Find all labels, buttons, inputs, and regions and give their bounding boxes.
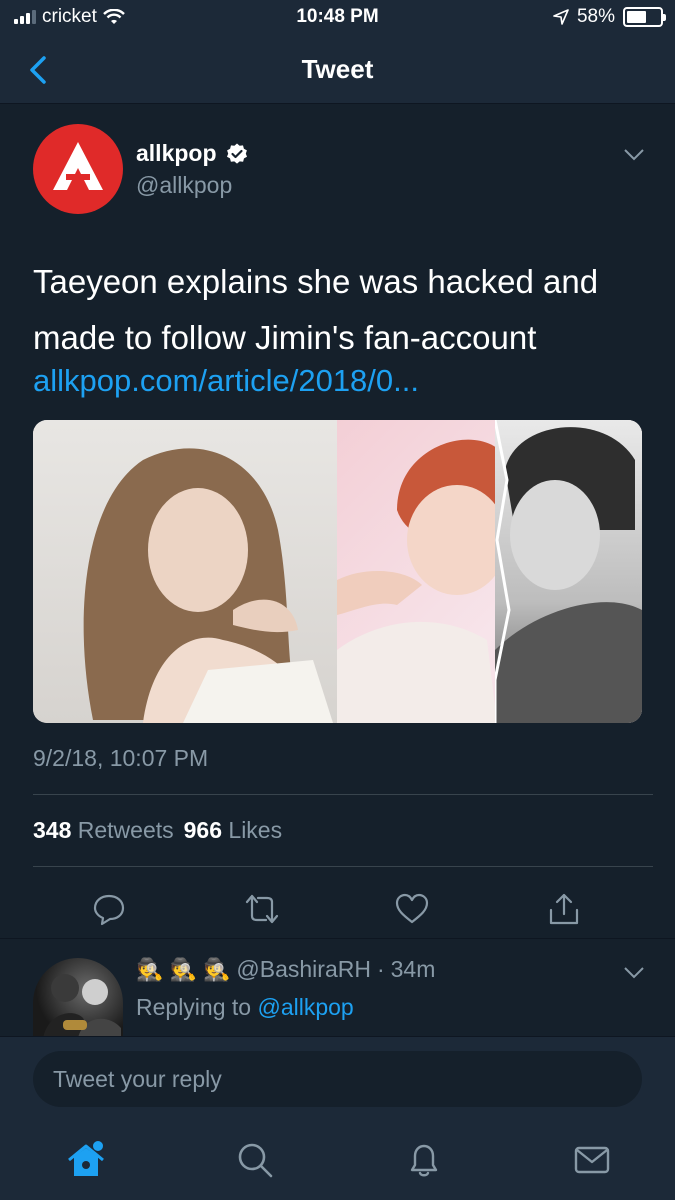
status-right: 58% <box>553 6 666 28</box>
retweet-icon[interactable] <box>245 892 279 926</box>
reply-tweet[interactable]: 🕵️ 🕵️ 🕵️ @BashiraRH · 34m Replying to @a… <box>0 940 675 1040</box>
replying-to-prefix: Replying to <box>136 994 252 1020</box>
reply-separator: · <box>376 956 385 982</box>
reply-handle[interactable]: @BashiraRH <box>236 956 371 983</box>
retweets-label: Retweets <box>77 817 174 843</box>
tweet-actions <box>0 884 675 940</box>
replying-to-link[interactable]: @allkpop <box>257 994 353 1020</box>
divider <box>33 794 653 795</box>
page-title: Tweet <box>301 54 374 84</box>
tweet-stats: 348 Retweets 966 Likes <box>33 817 282 844</box>
battery-icon <box>623 7 666 27</box>
location-icon <box>553 9 569 25</box>
reply-options-chevron-icon[interactable] <box>623 966 645 980</box>
messages-envelope-icon[interactable] <box>572 1140 612 1180</box>
share-icon[interactable] <box>547 892 581 926</box>
verified-badge-icon <box>226 143 247 164</box>
reply-time: 34m <box>390 956 436 982</box>
tweet-timestamp: 9/2/18, 10:07 PM <box>33 745 209 771</box>
tweet-media-image[interactable] <box>33 420 642 723</box>
reply-avatar[interactable] <box>33 958 123 1038</box>
author-name-label: allkpop <box>136 140 217 166</box>
reply-header: 🕵️ 🕵️ 🕵️ @BashiraRH · 34m <box>136 956 435 983</box>
replying-to: Replying to @allkpop <box>136 994 354 1021</box>
likes-count: 966 <box>183 817 223 843</box>
divider <box>33 866 653 867</box>
author-name[interactable]: allkpop <box>136 140 249 167</box>
status-bar: cricket 10:48 PM 58% <box>0 0 675 36</box>
battery-level <box>627 11 646 23</box>
like-heart-icon[interactable] <box>395 892 429 926</box>
likes-stat[interactable]: 966 Likes <box>184 817 282 844</box>
retweets-count: 348 <box>33 817 72 843</box>
reply-icon[interactable] <box>92 892 126 926</box>
tweet-link[interactable]: allkpop.com/article/2018/0... <box>33 363 419 399</box>
tab-bar <box>0 1124 675 1200</box>
home-icon[interactable] <box>66 1140 106 1180</box>
tweet-options-chevron-icon[interactable] <box>623 148 645 162</box>
search-icon[interactable] <box>235 1140 275 1180</box>
reply-input[interactable] <box>33 1051 642 1107</box>
author-avatar[interactable] <box>33 124 123 214</box>
media-photo-grayscale <box>493 420 642 723</box>
tweet-text: Taeyeon explains she was hacked and made… <box>33 263 599 356</box>
allkpop-logo-icon <box>53 142 103 190</box>
battery-percent: 58% <box>576 6 615 27</box>
author-handle[interactable]: @allkpop <box>136 172 232 199</box>
media-photo-left <box>33 420 337 723</box>
navigation-bar: Tweet <box>0 36 675 104</box>
notifications-bell-icon[interactable] <box>404 1140 444 1180</box>
likes-label: Likes <box>228 817 283 843</box>
section-divider <box>0 938 675 939</box>
retweets-stat[interactable]: 348 Retweets <box>33 817 174 844</box>
reply-emojis: 🕵️ 🕵️ 🕵️ <box>136 956 231 982</box>
reply-composer <box>0 1036 675 1124</box>
